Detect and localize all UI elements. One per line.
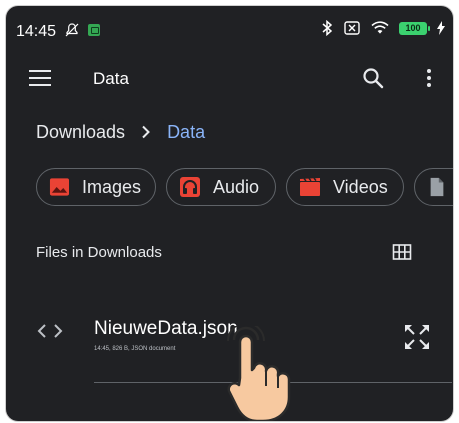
chip-label: Audio: [213, 176, 260, 197]
image-icon: [49, 178, 70, 196]
chip-label: Videos: [333, 176, 388, 197]
battery-level: 100: [405, 22, 421, 33]
no-sim-icon: [344, 21, 360, 35]
breadcrumb-downloads[interactable]: Downloads: [36, 122, 125, 143]
breadcrumb: Downloads Data: [36, 120, 205, 144]
battery-icon: 100: [399, 21, 430, 35]
chip-images[interactable]: Images: [36, 168, 156, 206]
status-bar: 14:45 100: [6, 6, 453, 50]
mute-icon: [65, 23, 79, 37]
grid-view-icon[interactable]: [392, 242, 412, 262]
fullscreen-icon[interactable]: [402, 322, 432, 352]
chip-documents[interactable]: [414, 168, 453, 206]
app-bar: Data: [6, 54, 453, 102]
app-bar-title: Data: [93, 69, 129, 88]
movie-icon: [300, 177, 320, 196]
chip-audio[interactable]: Audio: [166, 168, 276, 206]
code-icon: [37, 324, 63, 338]
apk-icon: [88, 24, 100, 36]
wifi-icon: [371, 21, 389, 34]
screen: 14:45 100 Data Downloads Data Images Aud…: [6, 6, 453, 421]
tap-hand-icon: [227, 326, 291, 421]
headphones-icon: [180, 177, 200, 197]
file-meta: 14:45, 826 B, JSON document: [94, 346, 176, 352]
charging-icon: [437, 21, 445, 35]
chevron-right-icon: [142, 125, 150, 139]
breadcrumb-current[interactable]: Data: [167, 122, 205, 143]
search-icon[interactable]: [361, 66, 385, 90]
chip-label: Images: [81, 176, 141, 197]
files-section-title: Files in Downloads: [36, 244, 162, 261]
more-vert-icon[interactable]: [417, 66, 441, 90]
chip-videos[interactable]: Videos: [286, 168, 404, 206]
document-icon: [430, 177, 444, 197]
menu-icon[interactable]: [29, 70, 51, 86]
status-time: 14:45: [16, 23, 57, 40]
bluetooth-icon: [322, 20, 333, 36]
category-chips: Images Audio Videos: [36, 168, 453, 206]
